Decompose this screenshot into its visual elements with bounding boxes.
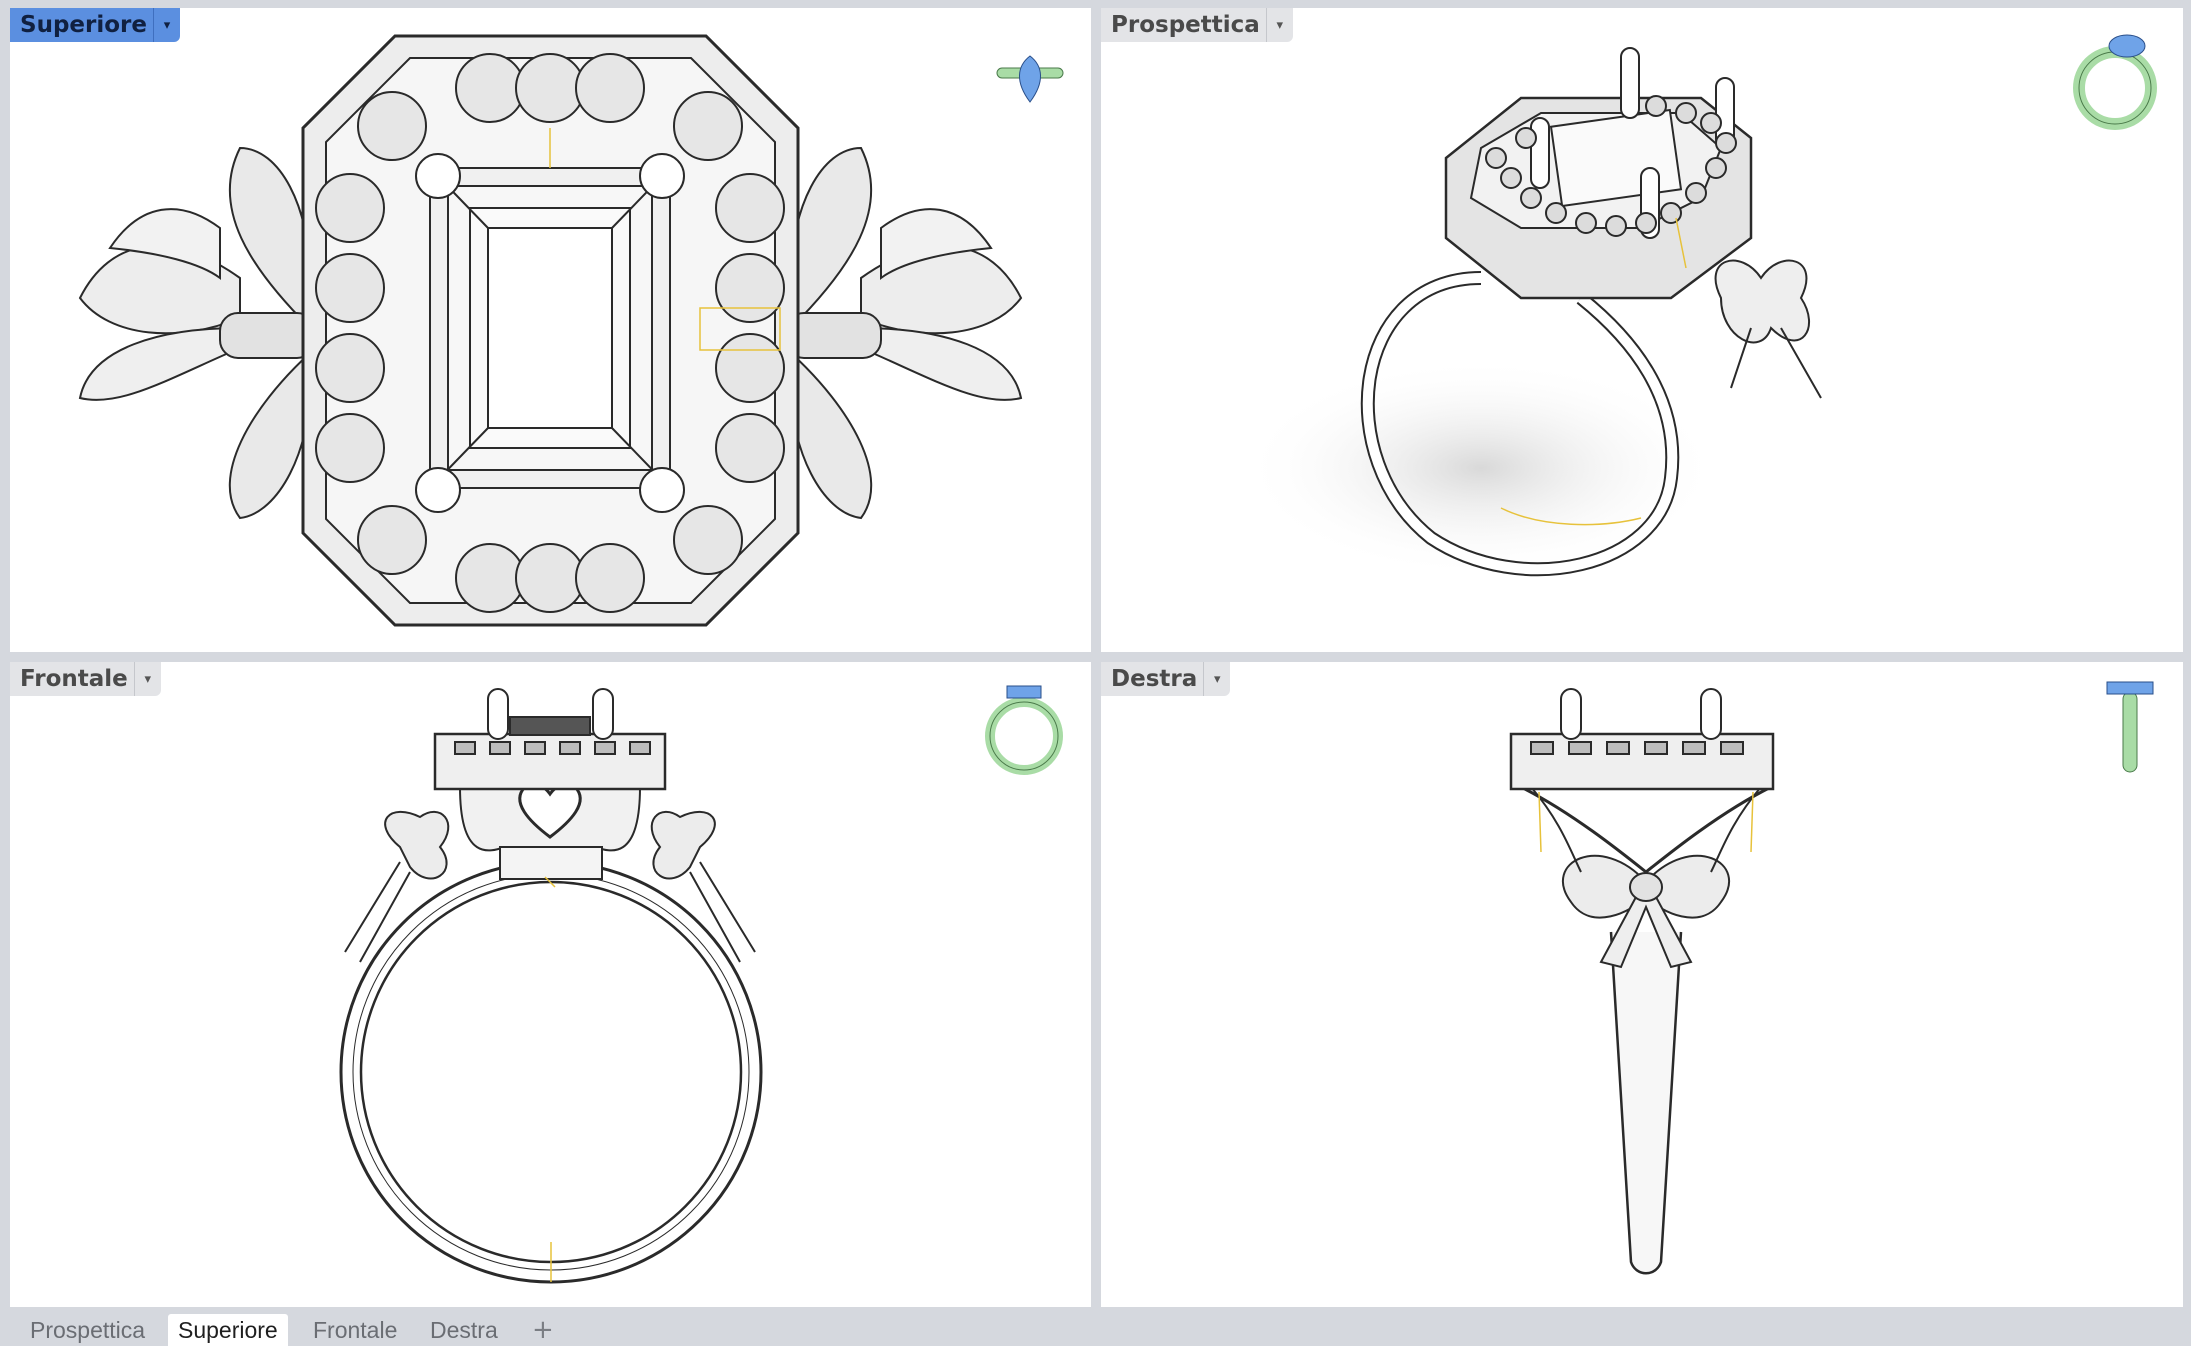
- ring-orientation-gizmo: [2073, 34, 2157, 130]
- viewport-front[interactable]: Frontale ▾: [10, 662, 1091, 1307]
- viewport-top[interactable]: Superiore ▾: [10, 8, 1091, 652]
- tab-frontale[interactable]: Frontale: [303, 1314, 407, 1346]
- viewport-label-front[interactable]: Frontale ▾: [10, 662, 161, 696]
- viewport-title-top: Superiore: [20, 12, 147, 38]
- viewport-title-front: Frontale: [20, 666, 128, 692]
- left-bow-shape: [78, 146, 316, 520]
- tab-destra[interactable]: Destra: [420, 1314, 508, 1346]
- tab-superiore[interactable]: Superiore: [168, 1314, 288, 1346]
- ring-front-view-drawing: [339, 688, 763, 1284]
- viewport-tab-bar: Prospettica Superiore Frontale Destra +: [0, 1311, 2191, 1346]
- chevron-down-icon[interactable]: ▾: [133, 662, 161, 696]
- viewport-title-perspective: Prospettica: [1111, 12, 1260, 38]
- ring-orientation-gizmo: [2106, 681, 2154, 773]
- chevron-down-icon[interactable]: ▾: [1203, 662, 1230, 696]
- ring-top-view-drawing: [78, 34, 1023, 627]
- viewport-right[interactable]: Destra ▾: [1101, 662, 2183, 1307]
- chevron-down-icon[interactable]: ▾: [1265, 8, 1293, 42]
- right-bow-shape: [785, 146, 1023, 520]
- viewport-label-perspective[interactable]: Prospettica ▾: [1101, 8, 1293, 42]
- ring-orientation-gizmo: [996, 55, 1064, 103]
- viewport-label-top[interactable]: Superiore ▾: [10, 8, 180, 42]
- viewport-perspective[interactable]: Prospettica ▾: [1101, 8, 2183, 652]
- center-stone: [429, 167, 671, 489]
- ring-perspective-drawing: [1241, 47, 1822, 578]
- ring-orientation-gizmo: [985, 685, 1063, 775]
- viewport-title-right: Destra: [1111, 666, 1198, 692]
- tab-prospettica[interactable]: Prospettica: [20, 1314, 155, 1346]
- ring-right-view-drawing: [1509, 688, 1775, 1275]
- viewport-label-right[interactable]: Destra ▾: [1101, 662, 1231, 696]
- chevron-down-icon[interactable]: ▾: [152, 8, 180, 42]
- add-tab-icon[interactable]: +: [532, 1314, 554, 1346]
